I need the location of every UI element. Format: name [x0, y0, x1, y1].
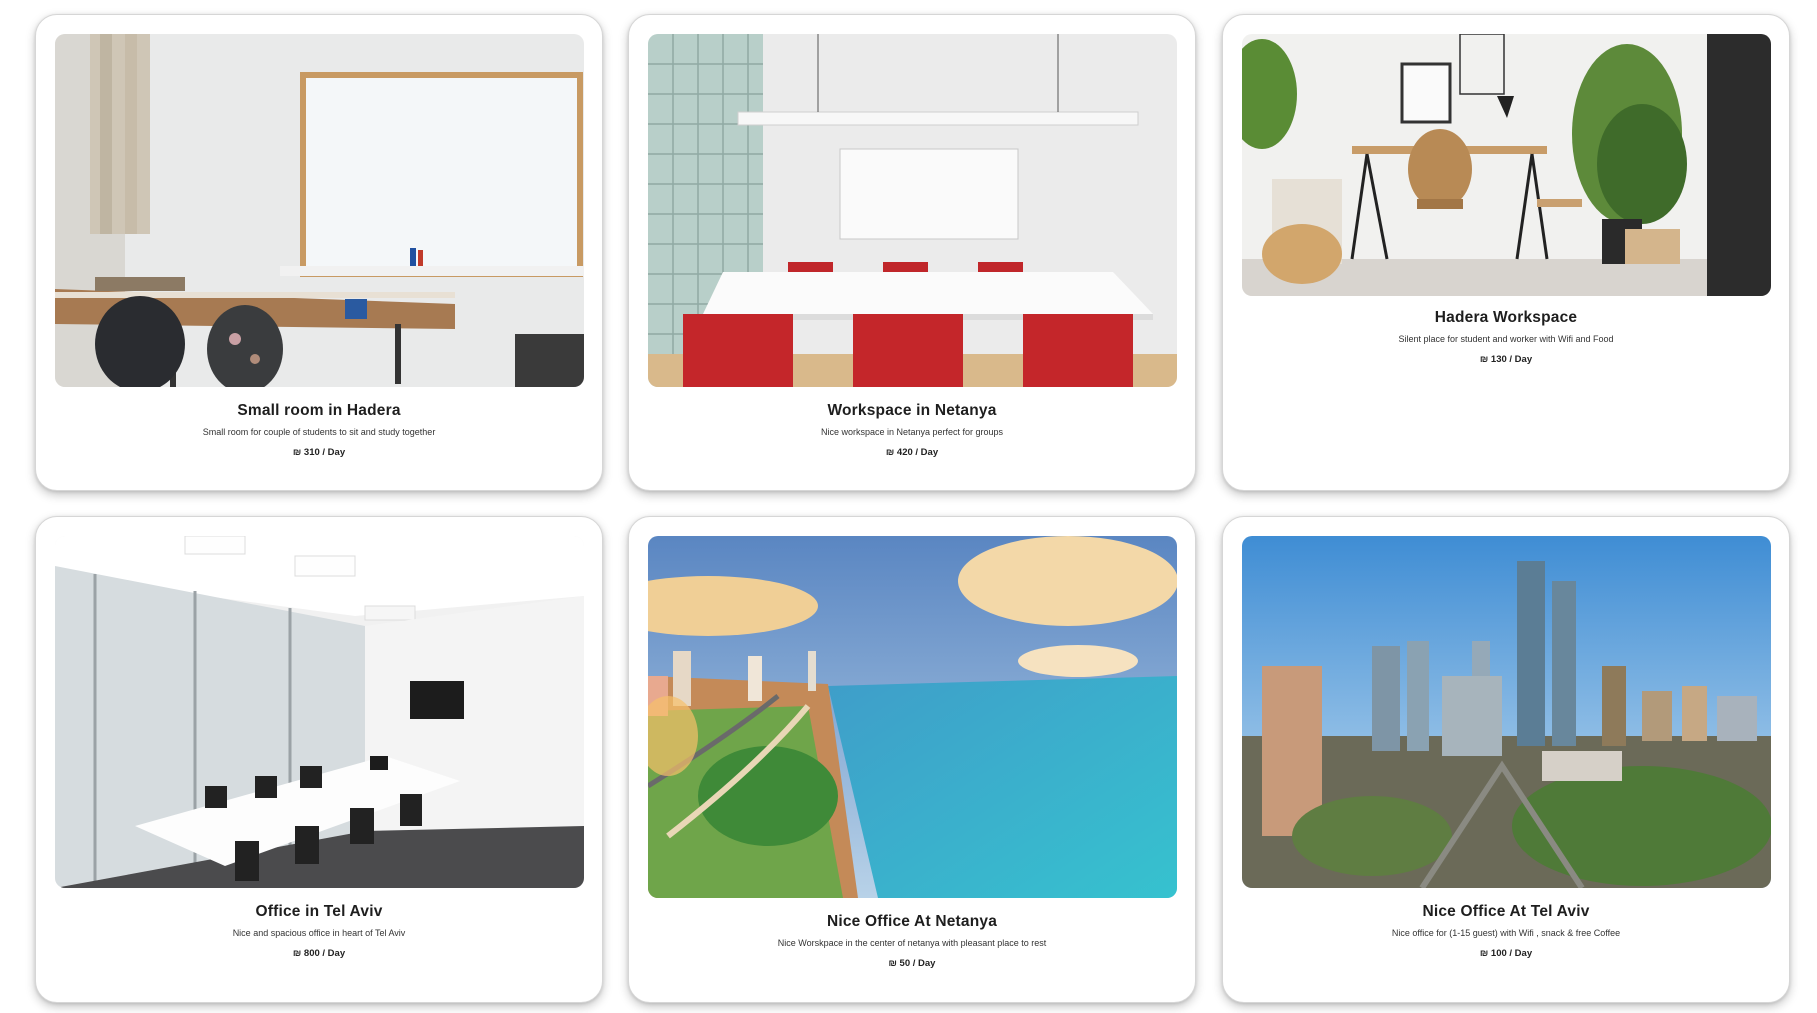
listing-price: ₪ 50 / Day — [888, 958, 936, 969]
listing-card[interactable]: Workspace in Netanya Nice workspace in N… — [628, 14, 1196, 491]
listing-title: Small room in Hadera — [237, 402, 401, 419]
listing-title: Hadera Workspace — [1434, 309, 1578, 326]
meeting-room-red-chairs-photo[interactable] — [648, 34, 1177, 387]
listing-title: Office in Tel Aviv — [255, 903, 383, 920]
listing-title: Nice Office At Netanya — [826, 913, 998, 930]
listing-card[interactable]: Nice Office At Netanya Nice Worskpace in… — [628, 516, 1196, 1003]
listings-grid: Small room in Hadera Small room for coup… — [0, 0, 1817, 1013]
city-skyline-photo[interactable] — [1242, 536, 1771, 888]
listing-card[interactable]: Hadera Workspace Silent place for studen… — [1222, 14, 1790, 491]
listing-card[interactable]: Small room in Hadera Small room for coup… — [35, 14, 603, 491]
listing-description: Silent place for student and worker with… — [1398, 334, 1614, 344]
listing-description: Nice workspace in Netanya perfect for gr… — [820, 427, 1004, 437]
classroom-whiteboard-photo[interactable] — [55, 34, 584, 387]
desk-with-plants-photo[interactable] — [1242, 34, 1771, 296]
listing-title: Nice Office At Tel Aviv — [1422, 903, 1590, 920]
listing-price: ₪ 100 / Day — [1479, 948, 1533, 959]
conference-room-photo[interactable] — [55, 536, 584, 888]
listing-card[interactable]: Office in Tel Aviv Nice and spacious off… — [35, 516, 603, 1003]
listing-card[interactable]: Nice Office At Tel Aviv Nice office for … — [1222, 516, 1790, 1003]
listing-price: ₪ 310 / Day — [292, 447, 346, 458]
listing-price: ₪ 420 / Day — [885, 447, 939, 458]
listing-description: Nice office for (1-15 guest) with Wifi ,… — [1391, 928, 1621, 938]
listing-title: Workspace in Netanya — [827, 402, 997, 419]
listing-description: Small room for couple of students to sit… — [202, 427, 436, 437]
listing-price: ₪ 130 / Day — [1479, 354, 1533, 365]
listing-description: Nice and spacious office in heart of Tel… — [232, 928, 406, 938]
netanya-coastline-photo[interactable] — [648, 536, 1177, 898]
listing-price: ₪ 800 / Day — [292, 948, 346, 959]
listing-description: Nice Worskpace in the center of netanya … — [777, 938, 1047, 948]
